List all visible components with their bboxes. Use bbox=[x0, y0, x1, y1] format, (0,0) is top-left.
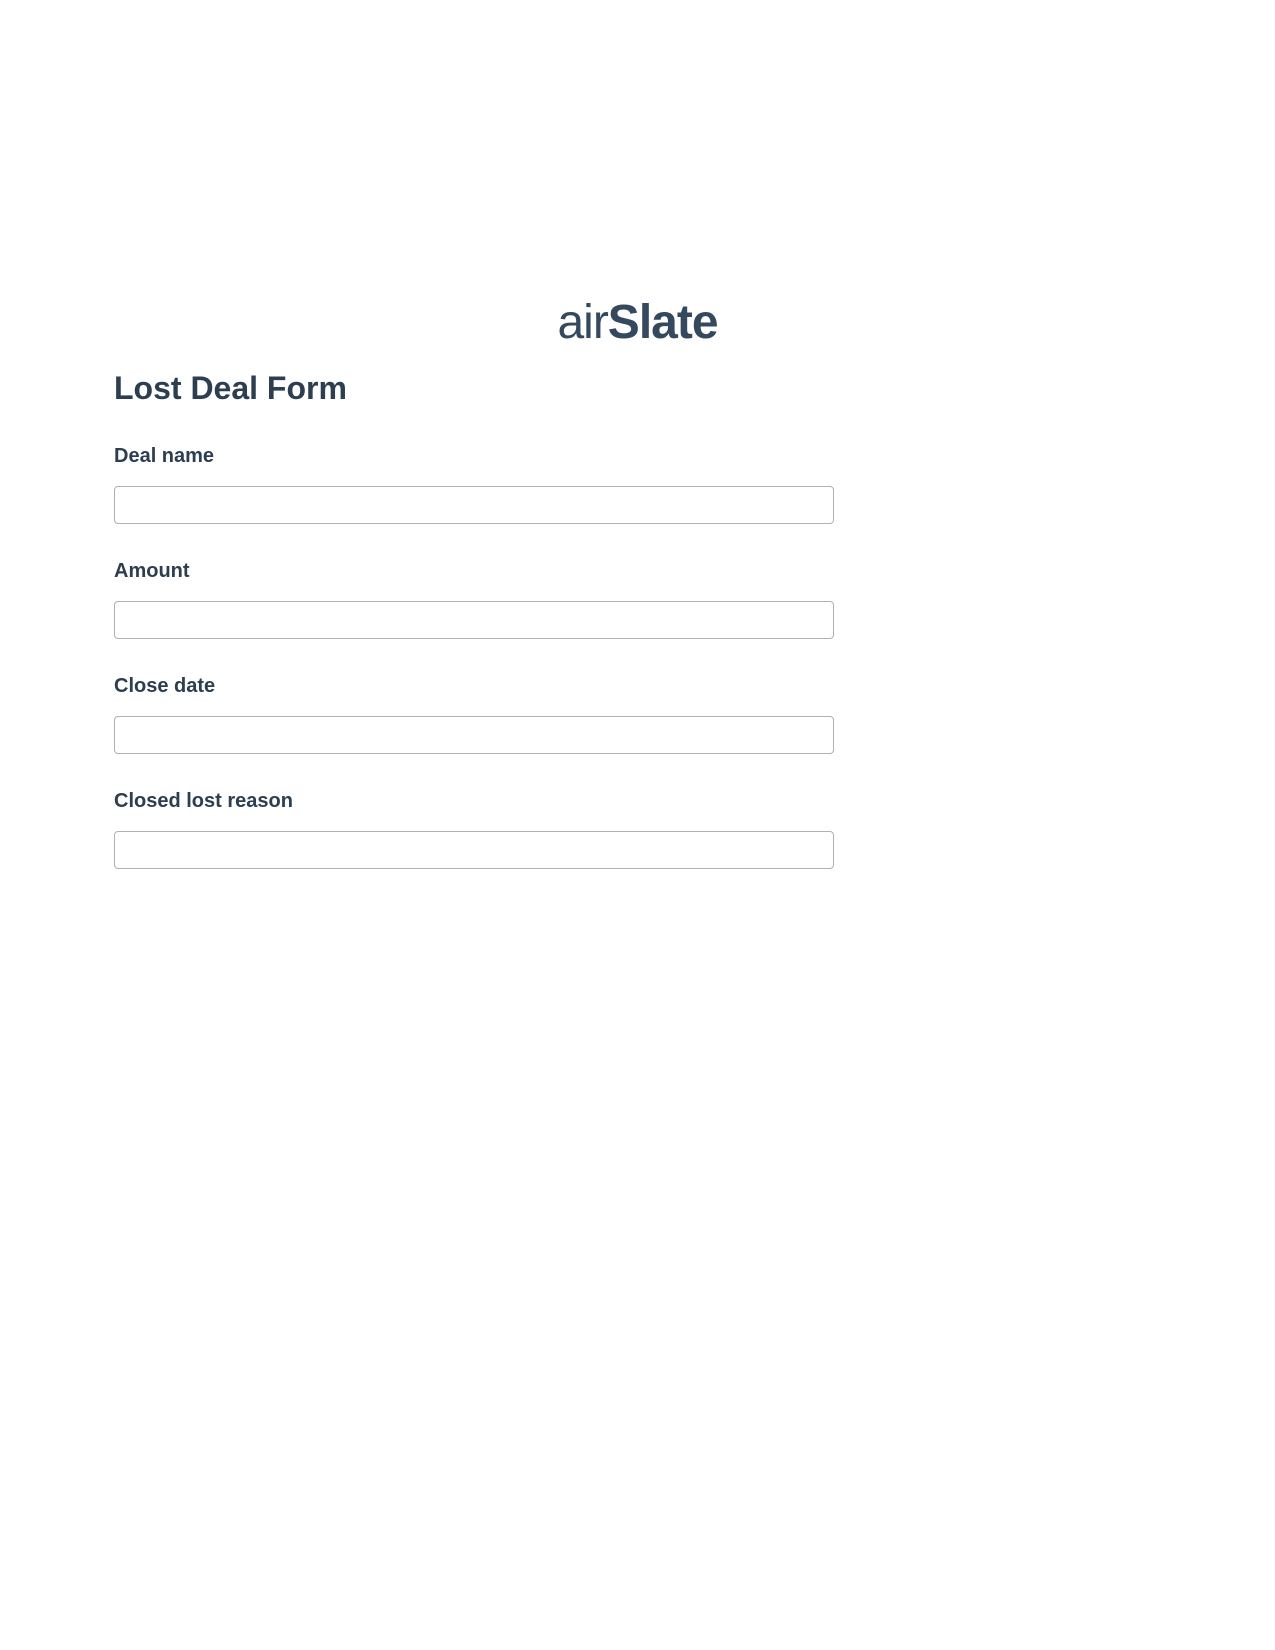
airslate-logo: airSlate bbox=[557, 295, 717, 350]
amount-label: Amount bbox=[114, 560, 834, 583]
deal-name-input[interactable] bbox=[114, 486, 834, 524]
form-container: Lost Deal Form Deal name Amount Close da… bbox=[114, 370, 834, 905]
field-group-amount: Amount bbox=[114, 560, 834, 639]
close-date-label: Close date bbox=[114, 675, 834, 698]
amount-input[interactable] bbox=[114, 601, 834, 639]
close-date-input[interactable] bbox=[114, 716, 834, 754]
field-group-deal-name: Deal name bbox=[114, 445, 834, 524]
field-group-closed-lost-reason: Closed lost reason bbox=[114, 790, 834, 869]
closed-lost-reason-label: Closed lost reason bbox=[114, 790, 834, 813]
deal-name-label: Deal name bbox=[114, 445, 834, 468]
logo-container: airSlate bbox=[0, 295, 1275, 350]
logo-prefix: air bbox=[557, 296, 607, 349]
closed-lost-reason-input[interactable] bbox=[114, 831, 834, 869]
field-group-close-date: Close date bbox=[114, 675, 834, 754]
form-title: Lost Deal Form bbox=[114, 370, 834, 407]
logo-suffix: Slate bbox=[608, 296, 718, 349]
